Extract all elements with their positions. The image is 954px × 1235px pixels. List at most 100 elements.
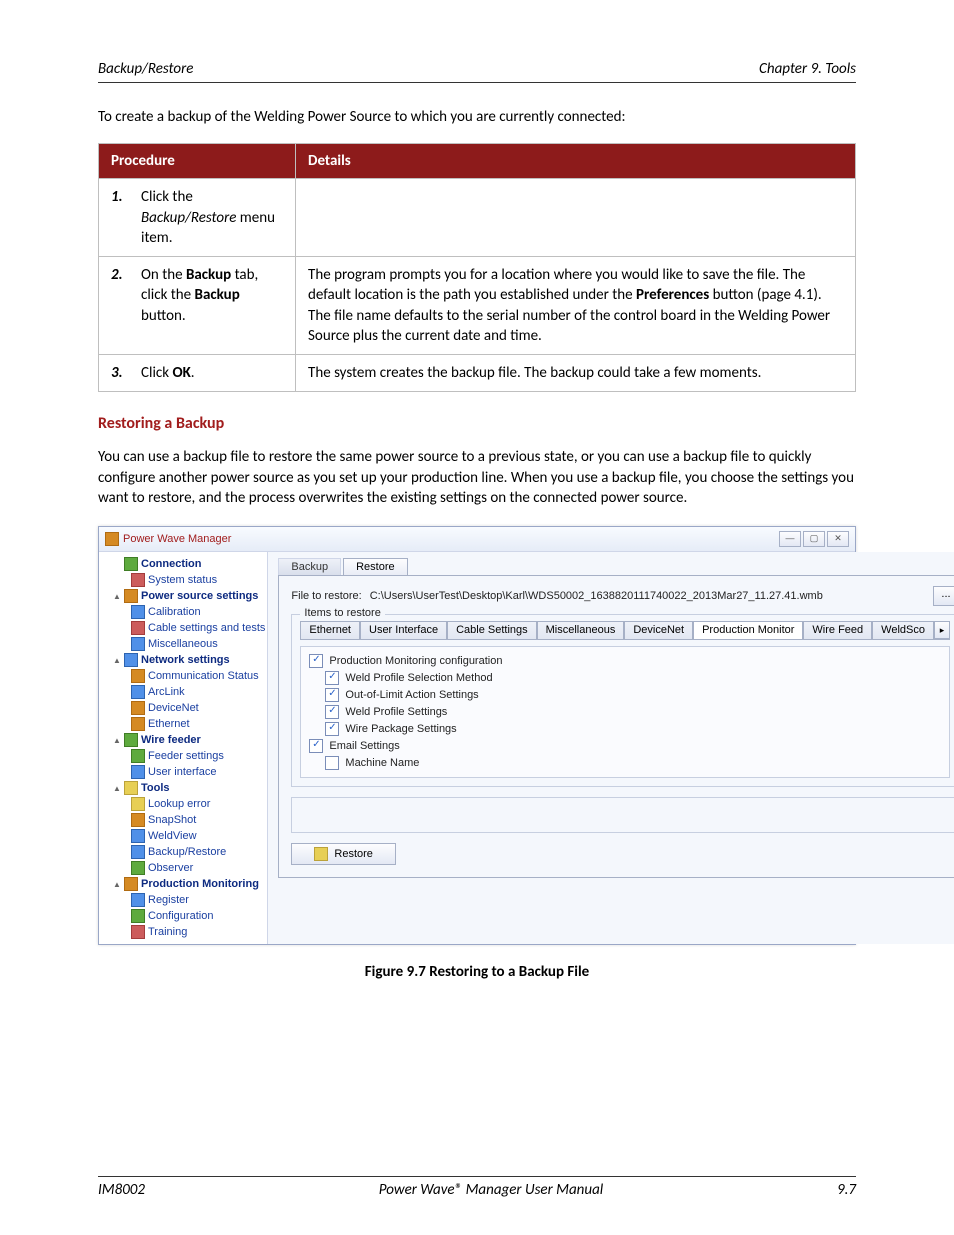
app-title: Power Wave Manager [123,533,231,545]
tree-expander-icon[interactable]: ▲ [113,784,121,793]
header-left: Backup/Restore [98,60,193,78]
footer-right: 9.7 [837,1181,856,1199]
tree-node-icon [124,781,138,795]
tab-restore[interactable]: Restore [343,558,408,575]
tab-scroll-right[interactable]: ▸ [934,621,950,639]
nav-tree[interactable]: Connection System status ▲Power source set… [99,552,268,944]
body-paragraph: You can use a backup file to restore the… [98,447,856,508]
tree-item[interactable]: Ethernet [101,716,265,732]
checkbox-label: Machine Name [345,757,419,769]
tree-item[interactable]: Feeder settings [101,748,265,764]
th-details: Details [296,144,856,179]
tree-node-label: Training [148,926,187,938]
tree-node-icon [131,701,145,715]
items-to-restore-fieldset: Items to restore EthernetUser InterfaceC… [291,614,954,787]
subtab[interactable]: Cable Settings [447,621,537,639]
tree-item[interactable]: DeviceNet [101,700,265,716]
subtab[interactable]: WeldSco [872,621,934,639]
subtab[interactable]: User Interface [360,621,447,639]
tree-item[interactable]: SnapShot [101,812,265,828]
tree-item[interactable]: Connection [101,556,265,572]
tree-item[interactable]: System status [101,572,265,588]
tree-item[interactable]: Observer [101,860,265,876]
tree-item[interactable]: User interface [101,764,265,780]
check-list: ✓Production Monitoring configuration ✓Wel… [300,646,950,778]
tree-item[interactable]: WeldView [101,828,265,844]
subtab[interactable]: Production Monitor [693,621,803,639]
maximize-button[interactable]: ▢ [803,531,825,547]
tree-node-icon [131,765,145,779]
tree-item[interactable]: ArcLink [101,684,265,700]
restore-option[interactable]: ✓Weld Profile Settings [325,705,947,719]
tree-item[interactable]: Lookup error [101,796,265,812]
subtab[interactable]: Wire Feed [803,621,872,639]
tree-item[interactable]: ▲ Production Monitoring [101,876,265,892]
tree-expander-icon[interactable]: ▲ [113,880,121,889]
tree-item[interactable]: Miscellaneous [101,636,265,652]
items-legend: Items to restore [300,607,384,619]
tree-expander-icon[interactable]: ▲ [113,656,121,665]
tree-item[interactable]: Communication Status [101,668,265,684]
tree-node-label: Observer [148,862,193,874]
tree-expander-icon[interactable]: ▲ [113,592,121,601]
subtab[interactable]: DeviceNet [624,621,693,639]
tree-item[interactable]: ▲ Network settings [101,652,265,668]
tree-node-icon [131,749,145,763]
tree-node-label: ArcLink [148,686,185,698]
checkbox[interactable]: ✓ [309,654,323,668]
tree-item[interactable]: Training [101,924,265,940]
tab-backup[interactable]: Backup [278,558,341,575]
restore-option[interactable]: ✓Email Settings [309,739,947,753]
tree-node-icon [131,925,145,939]
tree-item[interactable]: Calibration [101,604,265,620]
tree-item[interactable]: Register [101,892,265,908]
browse-button[interactable]: ... [933,586,954,606]
subtab[interactable]: Ethernet [300,621,360,639]
tree-expander-icon[interactable]: ▲ [113,736,121,745]
tree-node-label: Feeder settings [148,750,224,762]
restore-option[interactable]: ✓Weld Profile Selection Method [325,671,947,685]
checkbox-label: Out-of-Limit Action Settings [345,689,478,701]
tree-node-label: Connection [141,558,202,570]
tree-item[interactable]: ▲Power source settings [101,588,265,604]
tree-item[interactable]: Configuration [101,908,265,924]
tree-node-label: Calibration [148,606,201,618]
checkbox-label: Wire Package Settings [345,723,456,735]
tree-node-label: DeviceNet [148,702,199,714]
restore-button-label: Restore [334,848,373,860]
tree-node-icon [131,829,145,843]
restore-option[interactable]: Machine Name [325,756,947,770]
checkbox[interactable]: ✓ [325,688,339,702]
checkbox[interactable]: ✓ [325,722,339,736]
restore-option[interactable]: ✓ Out-of-Limit Action Settings [325,688,947,702]
checkbox[interactable]: ✓ [325,671,339,685]
tree-node-icon [124,877,138,891]
restore-button[interactable]: Restore [291,843,396,865]
tree-node-label: Cable settings and tests [148,622,265,634]
close-button[interactable]: ✕ [827,531,849,547]
titlebar[interactable]: Power Wave Manager — ▢ ✕ [99,527,855,552]
checkbox[interactable]: ✓ [325,705,339,719]
subtab[interactable]: Miscellaneous [537,621,625,639]
step-details [296,179,856,257]
page-header: Backup/Restore Chapter 9. Tools [98,60,856,83]
tree-node-label: User interface [148,766,216,778]
checkbox[interactable]: ✓ [309,739,323,753]
tree-item[interactable]: ▲Wire feeder [101,732,265,748]
restore-option[interactable]: ✓Production Monitoring configuration [309,654,947,668]
intro-paragraph: To create a backup of the Welding Power … [98,107,856,127]
tree-item[interactable]: Backup/Restore [101,844,265,860]
minimize-button[interactable]: — [779,531,801,547]
tree-node-label: Tools [141,782,170,794]
step-num: 2. [111,266,123,284]
tree-node-label: Network settings [141,654,230,666]
checkbox[interactable] [325,756,339,770]
tree-node-label: System status [148,574,217,586]
tree-node-label: Production Monitoring [141,878,259,890]
tree-item[interactable]: ▲ Tools [101,780,265,796]
footer-left: IM8002 [98,1181,145,1199]
tree-node-label: SnapShot [148,814,196,826]
tree-item[interactable]: Cable settings and tests [101,620,265,636]
step-text: Click the Backup/Restore menu item. [137,179,296,257]
restore-option[interactable]: ✓ Wire Package Settings [325,722,947,736]
